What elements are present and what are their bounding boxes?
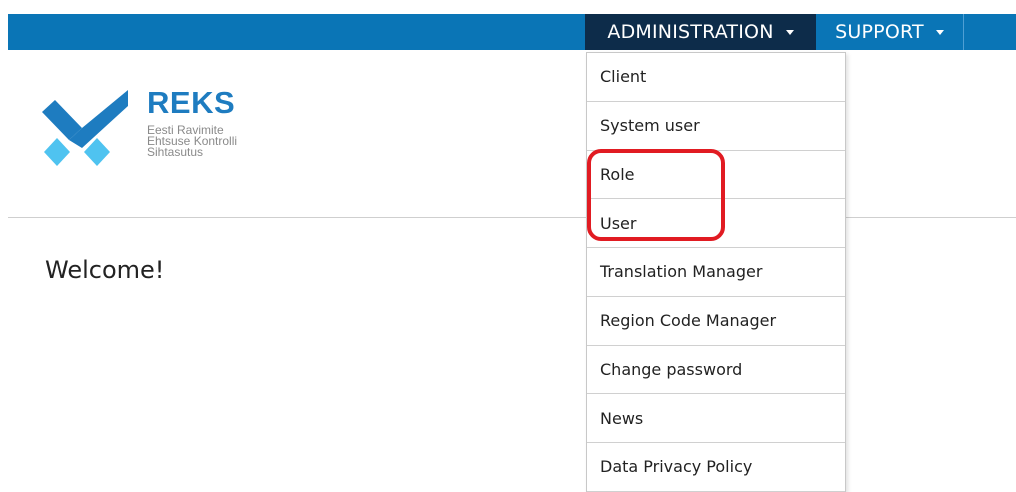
header-divider <box>8 217 1016 218</box>
logo-subtitle: Eesti Ravimite Ehtsuse Kontrolli Sihtasu… <box>147 124 237 159</box>
reks-logo[interactable]: REKS Eesti Ravimite Ehtsuse Kontrolli Si… <box>42 86 272 176</box>
menu-item-region-code-manager[interactable]: Region Code Manager <box>587 297 845 346</box>
nav-administration-label: ADMINISTRATION <box>607 21 774 43</box>
caret-down-icon <box>935 29 944 35</box>
nav-administration[interactable]: ADMINISTRATION <box>585 14 816 50</box>
menu-item-user[interactable]: User <box>587 199 845 248</box>
menu-item-system-user[interactable]: System user <box>587 102 845 151</box>
welcome-heading: Welcome! <box>45 256 165 284</box>
top-navbar: ADMINISTRATION SUPPORT <box>8 14 1016 50</box>
nav-support-label: SUPPORT <box>835 21 924 43</box>
menu-item-change-password[interactable]: Change password <box>587 346 845 395</box>
caret-down-icon <box>785 29 794 35</box>
menu-item-role[interactable]: Role <box>587 151 845 200</box>
menu-item-news[interactable]: News <box>587 394 845 443</box>
checkmark-logo-icon <box>42 90 128 166</box>
logo-subtitle-line: Sihtasutus <box>147 145 204 159</box>
menu-item-translation-manager[interactable]: Translation Manager <box>587 248 845 297</box>
logo-wordmark: REKS <box>147 85 236 120</box>
nav-support[interactable]: SUPPORT <box>816 14 964 50</box>
menu-item-client[interactable]: Client <box>587 53 845 102</box>
menu-item-data-privacy-policy[interactable]: Data Privacy Policy <box>587 443 845 492</box>
administration-dropdown: Client System user Role User Translation… <box>586 52 846 492</box>
